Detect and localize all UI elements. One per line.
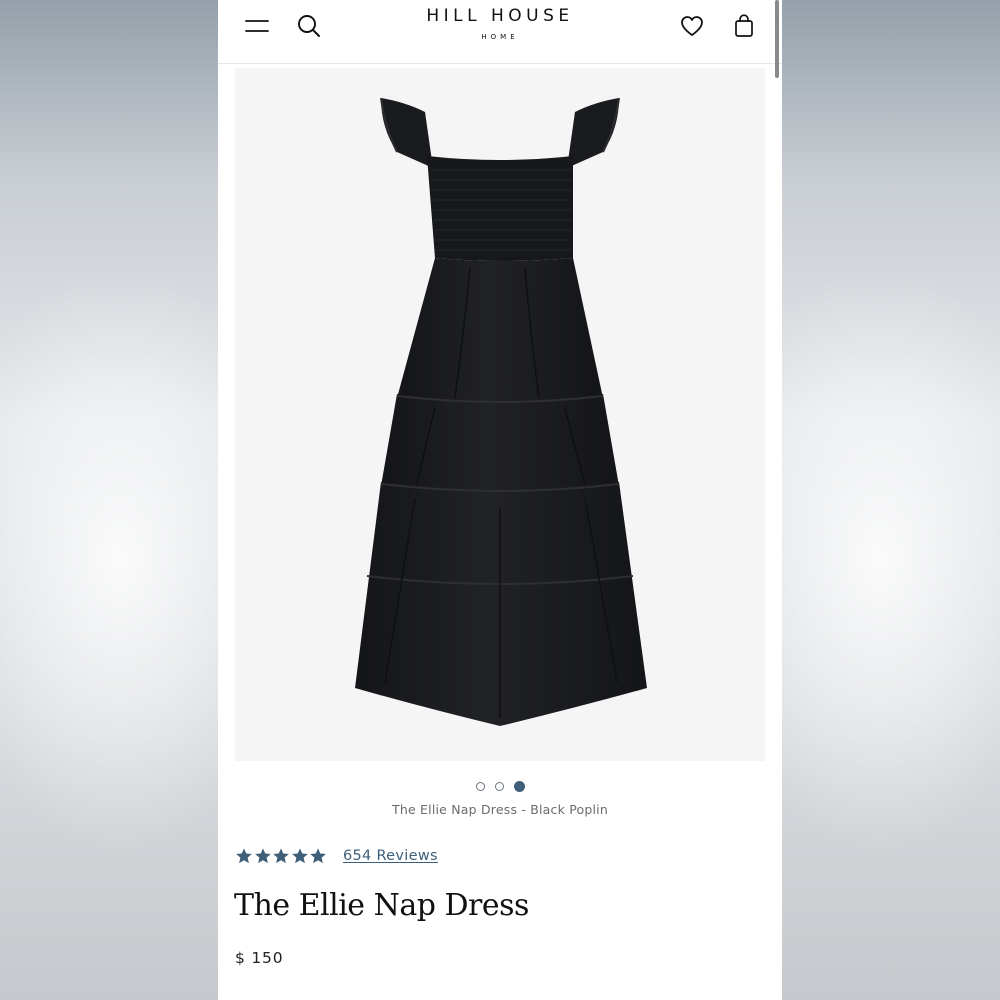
- brand-name: HILL HOUSE: [426, 6, 574, 26]
- star-icon: [273, 848, 289, 864]
- pagination-dot-1[interactable]: [475, 782, 485, 791]
- dress-image: [355, 97, 647, 726]
- heart-icon: [681, 16, 703, 36]
- image-caption: The Ellie Nap Dress - Black Poplin: [392, 802, 608, 817]
- pagination-dot-3-active[interactable]: [513, 781, 525, 792]
- mobile-page: HILL HOUSE HOME The Ellie Nap Dress - Bl…: [218, 0, 782, 1000]
- star-icon: [236, 848, 252, 864]
- scrollbar[interactable]: [775, 0, 779, 78]
- star-icon: [254, 848, 271, 864]
- product-image[interactable]: [235, 68, 765, 761]
- pagination-dot-2[interactable]: [494, 782, 504, 791]
- product-title: The Ellie Nap Dress: [234, 888, 529, 923]
- image-pagination: [218, 781, 782, 793]
- product-rating: 654 Reviews: [235, 847, 438, 871]
- brand-logo[interactable]: HILL HOUSE HOME: [388, 5, 612, 43]
- brand-subline: HOME: [481, 33, 519, 41]
- reviews-link[interactable]: 654 Reviews: [343, 848, 438, 864]
- star-rating: [235, 847, 328, 865]
- cart-button[interactable]: [733, 12, 755, 40]
- menu-button[interactable]: [244, 14, 270, 38]
- star-icon: [291, 848, 308, 864]
- product-price: $ 150: [235, 949, 284, 967]
- star-icon: [310, 848, 326, 864]
- site-header: HILL HOUSE HOME: [218, 0, 782, 64]
- menu-icon: [245, 20, 269, 32]
- shopping-bag-icon: [735, 14, 753, 37]
- search-button[interactable]: [296, 12, 322, 40]
- search-icon: [298, 15, 320, 37]
- wishlist-button[interactable]: [679, 13, 705, 39]
